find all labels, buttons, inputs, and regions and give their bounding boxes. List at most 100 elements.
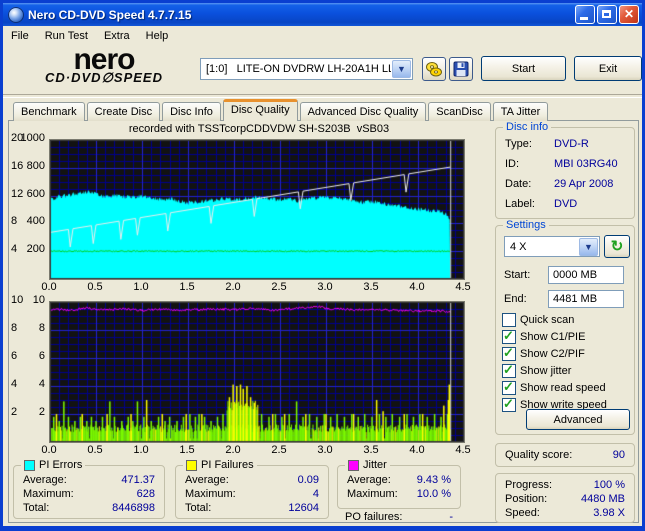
- disc-label-value: DVD: [554, 198, 578, 210]
- checkbox-icon[interactable]: ✓: [502, 379, 516, 395]
- show-c2-pif-label: Show C2/PIF: [520, 347, 585, 360]
- disc-type-value: DVD-R: [554, 138, 589, 150]
- close-icon: ✕: [623, 7, 635, 21]
- recorded-with-label: recorded with TSSTcorpCDDVDW SH-S203B vS…: [128, 123, 390, 135]
- end-position-field[interactable]: [548, 290, 624, 308]
- tab-ta-jitter[interactable]: TA Jitter: [492, 102, 549, 121]
- po-failures-row: PO failures: -: [339, 511, 459, 525]
- tab-benchmark[interactable]: Benchmark: [13, 102, 85, 121]
- pi-failures-jitter-chart: 2 4 6 8 10 2 4 6 8 10 0.0 0.5 1.0 1.5 2.0 2.5 3.0 3.5 4.0 4…: [11, 294, 493, 457]
- checkbox-icon[interactable]: ✓: [502, 312, 516, 327]
- pie-average-label: Average:: [23, 474, 67, 486]
- pi-failures-stats-title: PI Failures: [183, 459, 257, 471]
- quality-score-value: 90: [612, 449, 625, 461]
- settings-title: Settings: [503, 219, 549, 231]
- axis-tick-label: 3.0: [317, 281, 333, 293]
- scan-speed-combobox[interactable]: 4 X ▼: [504, 236, 600, 257]
- pif-average-value: 0.09: [297, 474, 319, 486]
- disc-label-label: Label:: [505, 198, 535, 210]
- axis-tick-label: 16: [11, 159, 24, 172]
- axis-tick-label: 10: [11, 294, 24, 306]
- pi-errors-swatch-icon: [24, 459, 35, 471]
- chevron-down-icon[interactable]: ▼: [579, 237, 598, 256]
- axis-tick-label: 20: [11, 132, 24, 144]
- tab-disc-info[interactable]: Disc Info: [162, 102, 221, 121]
- quick-scan-checkbox[interactable]: ✓ Quick scan: [502, 312, 632, 327]
- menu-file[interactable]: File: [3, 28, 37, 44]
- axis-tick-label: 8: [11, 322, 18, 334]
- axis-tick-label: 8: [11, 215, 18, 228]
- disc-date-value: 29 Apr 2008: [554, 178, 614, 190]
- position-label: Position:: [505, 493, 548, 505]
- axis-tick-label: 4.0: [409, 281, 425, 293]
- quick-scan-label: Quick scan: [520, 313, 575, 326]
- pi-failures-plot: [49, 301, 465, 443]
- eject-button[interactable]: [422, 57, 446, 81]
- pi-errors-stats-title: PI Errors: [21, 459, 86, 471]
- nero-logo: nero CD·DVD∅SPEED: [19, 45, 189, 86]
- axis-tick-label: 4.5: [455, 281, 471, 293]
- tab-advanced-disc-quality[interactable]: Advanced Disc Quality: [299, 102, 427, 121]
- minimize-icon: [580, 17, 588, 20]
- show-read-speed-label: Show read speed: [520, 381, 606, 394]
- progress-box: Progress: 100 % Position: 4480 MB Speed: 3.…: [495, 473, 635, 523]
- maximize-button[interactable]: [597, 5, 617, 24]
- jitter-swatch-icon: [348, 459, 359, 471]
- position-value: 4480 MB: [580, 493, 625, 505]
- refresh-icon: ↻: [610, 237, 624, 255]
- axis-tick-label: 2: [11, 406, 18, 418]
- pi-errors-chart: 200 400 600 800 1000 4 8 12 16 20 0.0 0.5 1.0 1.5 2.0 2…: [11, 132, 493, 293]
- axis-tick-label: 1.5: [179, 444, 195, 456]
- drive-select-combobox[interactable]: [1:0] LITE-ON DVDRW LH-20A1H LL0D ▼: [200, 58, 413, 80]
- tab-scandisc[interactable]: ScanDisc: [428, 102, 491, 121]
- pif-maximum-value: 4: [312, 488, 319, 500]
- axis-tick-label: 0.0: [41, 281, 57, 293]
- axis-tick-label: 2.5: [271, 281, 287, 293]
- checkbox-icon[interactable]: ✓: [502, 362, 516, 378]
- axis-tick-label: 1.0: [133, 444, 149, 456]
- cd-dvd-speed-logo-text: CD·DVD∅SPEED: [45, 70, 163, 85]
- axis-tick-label: 0.5: [87, 444, 103, 456]
- show-c1-pie-checkbox[interactable]: ✓ Show C1/PIE: [502, 328, 632, 344]
- menu-extra[interactable]: Extra: [96, 28, 138, 44]
- chevron-down-icon[interactable]: ▼: [392, 60, 411, 78]
- start-button[interactable]: Start: [481, 56, 566, 81]
- axis-tick-label: 1.5: [179, 281, 195, 293]
- show-jitter-checkbox[interactable]: ✓ Show jitter: [502, 362, 632, 378]
- minimize-button[interactable]: [575, 5, 595, 24]
- drive-select-value: [1:0] LITE-ON DVDRW LH-20A1H LL0D: [206, 63, 391, 75]
- tab-create-disc[interactable]: Create Disc: [86, 102, 161, 121]
- axis-tick-label: 0.0: [41, 444, 57, 456]
- pif-total-label: Total:: [185, 502, 212, 514]
- start-position-field[interactable]: [548, 266, 624, 284]
- disc-info-box: Disc info Type: DVD-R ID: MBI 03RG40 Date:…: [495, 121, 635, 219]
- checkbox-icon[interactable]: ✓: [502, 345, 516, 361]
- axis-tick-label: 4.5: [455, 444, 471, 456]
- advanced-button[interactable]: Advanced: [526, 409, 630, 430]
- axis-tick-label: 3.5: [363, 281, 379, 293]
- pif-total-value: 12604: [288, 502, 319, 514]
- show-read-speed-checkbox[interactable]: ✓ Show read speed: [502, 379, 632, 395]
- menu-run-test[interactable]: Run Test: [37, 28, 96, 44]
- axis-tick-label: 6: [11, 350, 18, 362]
- checkbox-icon[interactable]: ✓: [502, 396, 516, 412]
- exit-button[interactable]: Exit: [574, 56, 642, 81]
- close-button[interactable]: ✕: [619, 5, 639, 24]
- save-button[interactable]: [449, 57, 473, 81]
- pi-failures-swatch-icon: [186, 459, 197, 471]
- disc-date-label: Date:: [505, 178, 532, 190]
- jitter-average-label: Average:: [347, 474, 391, 486]
- refresh-button[interactable]: ↻: [604, 235, 630, 258]
- jitter-average-value: 9.43 %: [416, 474, 451, 486]
- menu-help[interactable]: Help: [138, 28, 177, 44]
- axis-tick-label: 0.5: [87, 281, 103, 293]
- show-jitter-label: Show jitter: [520, 364, 572, 377]
- speed-label: Speed:: [505, 507, 540, 519]
- tab-disc-quality[interactable]: Disc Quality: [222, 99, 298, 121]
- show-c2-pif-checkbox[interactable]: ✓ Show C2/PIF: [502, 345, 632, 361]
- speed-value: 3.98 X: [593, 507, 625, 519]
- disc-id-label: ID:: [505, 158, 520, 170]
- quality-score-label: Quality score:: [505, 449, 573, 461]
- checkbox-icon[interactable]: ✓: [502, 328, 516, 344]
- disc-eject-icon: [426, 62, 442, 77]
